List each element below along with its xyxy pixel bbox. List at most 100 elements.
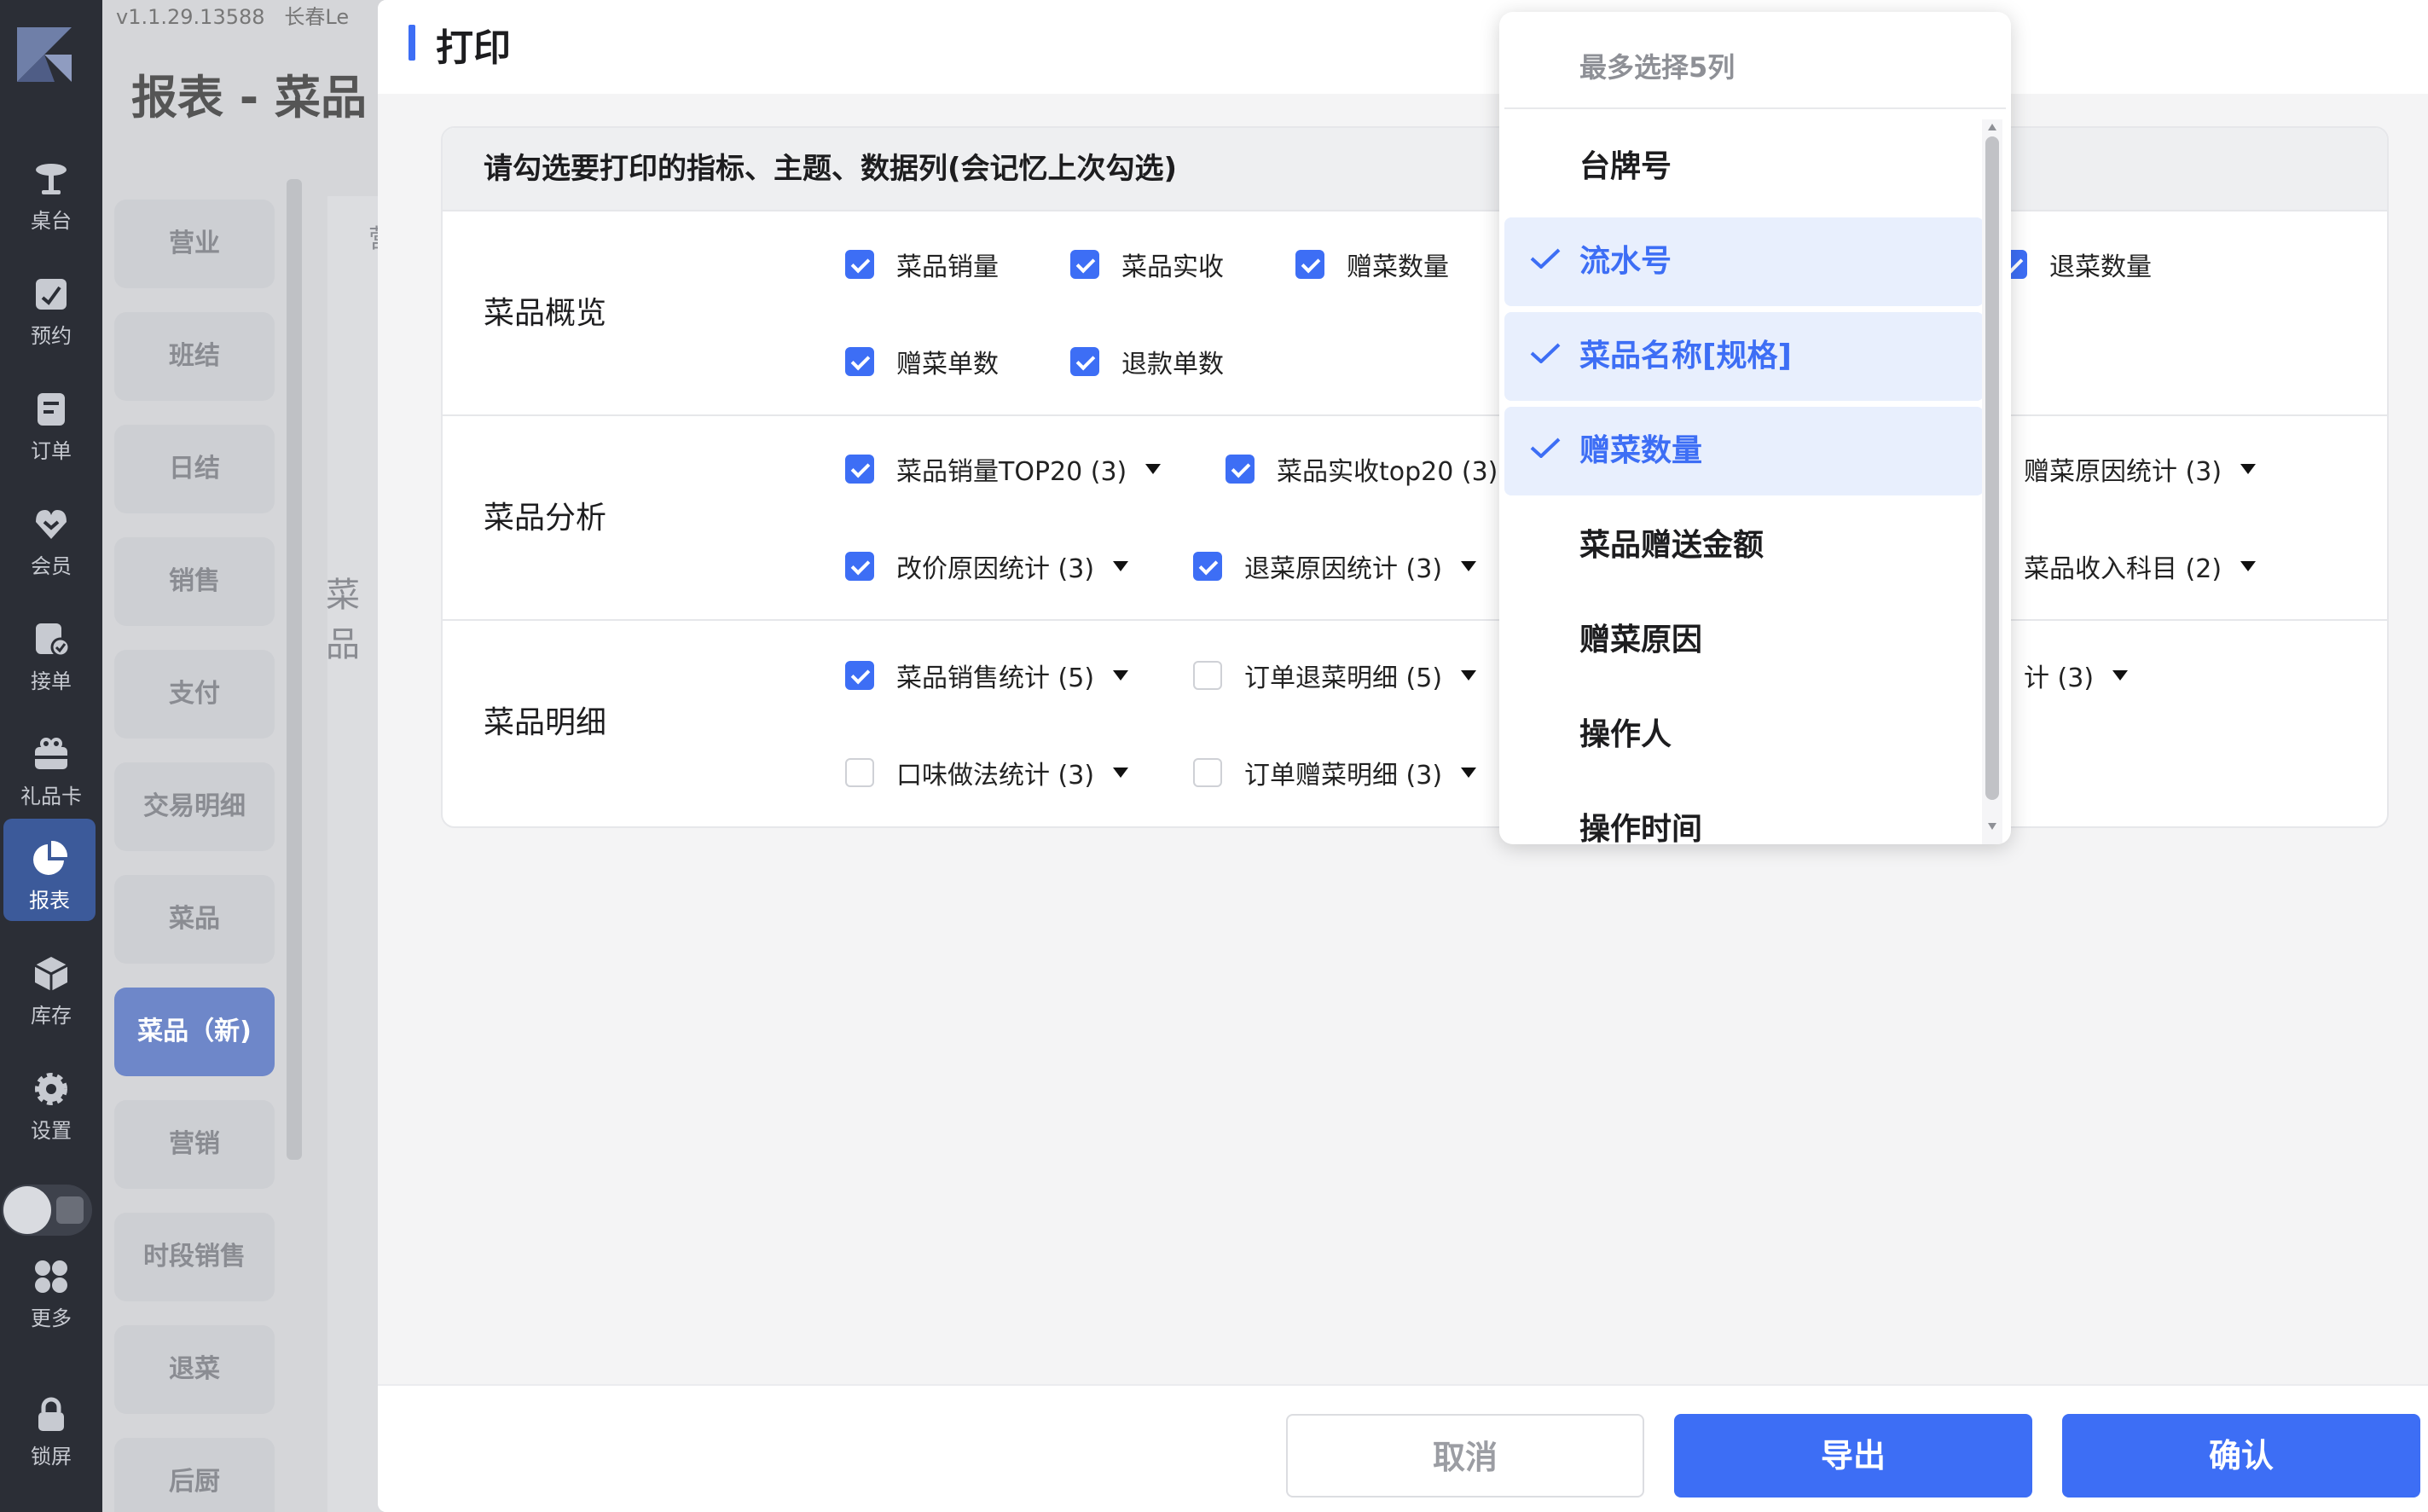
accept-order-icon <box>36 623 71 658</box>
cancel-button[interactable]: 取消 <box>1286 1414 1644 1498</box>
option-dropdown-checkbox[interactable]: 菜品销量TOP20 (3) <box>845 443 1162 495</box>
option-checkbox[interactable]: 退菜数量 <box>1998 239 2152 290</box>
caret-down-icon[interactable] <box>1461 561 1477 571</box>
checkbox-unchecked[interactable] <box>1193 661 1222 690</box>
nav-item-gift-card[interactable]: 礼品卡 <box>0 715 102 817</box>
column-option[interactable]: 操作人 <box>1504 691 1984 779</box>
option-dropdown-checkbox[interactable]: 计 (3) <box>2024 650 2129 701</box>
subnav-item[interactable]: 菜品 <box>114 875 275 964</box>
column-option-selected[interactable]: 菜品名称[规格] <box>1504 312 1984 401</box>
option-dropdown-checkbox[interactable]: 赠菜原因统计 (3) <box>2024 443 2257 495</box>
option-dropdown-checkbox[interactable]: 订单退菜明细 (5) <box>1193 650 1477 701</box>
subnav-item[interactable]: 退菜 <box>114 1325 275 1414</box>
column-option[interactable]: 赠菜原因 <box>1504 596 1984 685</box>
scroll-up-icon[interactable] <box>1985 121 1999 133</box>
option-dropdown-checkbox[interactable]: 口味做法统计 (3) <box>845 747 1129 798</box>
checkbox-unchecked[interactable] <box>1193 758 1222 787</box>
option-dropdown-checkbox[interactable]: 菜品收入科目 (2) <box>2024 541 2257 592</box>
nav-item-table[interactable]: 桌台 <box>0 139 102 241</box>
checkbox-checked[interactable] <box>1070 250 1099 279</box>
mode-toggle[interactable] <box>2 1185 92 1236</box>
subnav-item[interactable]: 后厨 <box>114 1438 275 1512</box>
checkbox-checked[interactable] <box>1193 552 1222 581</box>
column-option[interactable]: 菜品赠送金额 <box>1504 501 1984 590</box>
subnav-item[interactable]: 营业 <box>114 200 275 288</box>
option-checkbox[interactable]: 菜品实收 <box>1070 239 1224 290</box>
option-dropdown-checkbox[interactable]: 菜品销售统计 (5) <box>845 650 1129 701</box>
subnav-scrollbar[interactable] <box>287 179 302 1160</box>
caret-down-icon[interactable] <box>2240 561 2257 571</box>
caret-down-icon[interactable] <box>1113 670 1129 681</box>
caret-down-icon[interactable] <box>1461 768 1477 778</box>
caret-down-icon[interactable] <box>1461 670 1477 681</box>
main-nav: 桌台 预约 订单 会员 接单 礼品卡 报表 库存 设置 更多 锁屏 <box>0 0 102 1512</box>
section-analysis: 菜品分析 菜品销量TOP20 (3) 菜品实收top20 (3) 赠菜原因统计 … <box>443 414 2387 619</box>
option-dropdown-checkbox[interactable]: 菜品实收top20 (3) <box>1226 443 1498 495</box>
nav-item-accept-order[interactable]: 接单 <box>0 600 102 702</box>
checkbox-checked[interactable] <box>1070 347 1099 376</box>
option-checkbox[interactable]: 退款单数 <box>1070 336 1224 387</box>
dropdown-scrollbar-thumb[interactable] <box>1985 136 1999 800</box>
nav-item-more[interactable]: 更多 <box>0 1237 102 1339</box>
subnav-item[interactable]: 时段销售 <box>114 1213 275 1301</box>
option-dropdown-checkbox[interactable]: 改价原因统计 (3) <box>845 541 1129 592</box>
checkbox-checked[interactable] <box>845 552 874 581</box>
nav-item-report[interactable]: 报表 <box>3 819 96 921</box>
option-dropdown-checkbox[interactable]: 退菜原因统计 (3) <box>1193 541 1477 592</box>
subnav-item[interactable]: 销售 <box>114 537 275 626</box>
caret-down-icon[interactable] <box>2112 670 2129 681</box>
subnav-item-active[interactable]: 菜品（新) <box>114 988 275 1076</box>
checkbox-checked[interactable] <box>845 661 874 690</box>
column-option-selected[interactable]: 赠菜数量 <box>1504 407 1984 495</box>
reservation-icon <box>36 279 67 310</box>
nav-item-order[interactable]: 订单 <box>0 369 102 472</box>
caret-down-icon[interactable] <box>1113 561 1129 571</box>
nav-item-inventory[interactable]: 库存 <box>0 934 102 1036</box>
settings-icon <box>35 1073 67 1105</box>
checkbox-checked[interactable] <box>845 250 874 279</box>
subnav-item[interactable]: 班结 <box>114 312 275 401</box>
option-checkbox[interactable]: 赠菜单数 <box>845 336 999 387</box>
checkbox-checked[interactable] <box>845 347 874 376</box>
column-option[interactable]: 台牌号 <box>1504 123 1984 211</box>
section-label: 菜品分析 <box>484 501 607 536</box>
nav-item-settings[interactable]: 设置 <box>0 1049 102 1151</box>
nav-item-label: 桌台 <box>31 209 72 233</box>
checkbox-checked[interactable] <box>1226 455 1255 484</box>
option-checkbox[interactable]: 赠菜数量 <box>1295 239 1449 290</box>
lock-icon <box>38 1397 64 1431</box>
option-checkbox[interactable]: 菜品销量 <box>845 239 999 290</box>
nav-item-lock[interactable]: 锁屏 <box>0 1375 102 1477</box>
member-icon <box>36 510 67 539</box>
gift-card-icon <box>35 738 67 769</box>
card-header: 请勾选要打印的指标、主题、数据列(会记忆上次勾选) <box>443 128 2387 210</box>
checkbox-checked[interactable] <box>1295 250 1324 279</box>
nav-item-label: 礼品卡 <box>20 785 82 808</box>
nav-item-member[interactable]: 会员 <box>0 484 102 587</box>
section-label: 菜品明细 <box>484 705 607 740</box>
check-icon <box>1530 248 1561 269</box>
column-option-selected[interactable]: 流水号 <box>1504 217 1984 306</box>
subnav-item[interactable]: 交易明细 <box>114 762 275 851</box>
dialog-title: 打印 <box>436 26 511 70</box>
checkbox-checked[interactable] <box>845 455 874 484</box>
table-icon <box>36 164 67 194</box>
caret-down-icon[interactable] <box>2240 464 2257 474</box>
scroll-down-icon[interactable] <box>1985 820 1999 832</box>
caret-down-icon[interactable] <box>1145 464 1162 474</box>
section-overview: 菜品概览 菜品销量 菜品实收 赠菜数量 退菜数量 赠菜单数 退款单数 <box>443 210 2387 414</box>
checkbox-unchecked[interactable] <box>845 758 874 787</box>
subnav-item[interactable]: 日结 <box>114 425 275 513</box>
content-pane <box>327 196 384 1512</box>
caret-down-icon[interactable] <box>1113 768 1129 778</box>
nav-item-label: 订单 <box>31 439 72 463</box>
export-button[interactable]: 导出 <box>1674 1414 2032 1498</box>
subnav-item[interactable]: 营销 <box>114 1100 275 1189</box>
nav-item-reservation[interactable]: 预约 <box>0 254 102 356</box>
column-option[interactable]: 操作时间 <box>1504 785 1984 844</box>
report-icon <box>33 840 68 875</box>
subnav-item[interactable]: 支付 <box>114 650 275 739</box>
confirm-button[interactable]: 确认 <box>2062 1414 2420 1498</box>
option-dropdown-checkbox[interactable]: 订单赠菜明细 (3) <box>1193 747 1477 798</box>
column-select-dropdown: 最多选择5列 台牌号 流水号 菜品名称[规格] 赠菜数量 菜品赠送金额 赠菜原因… <box>1499 12 2011 844</box>
